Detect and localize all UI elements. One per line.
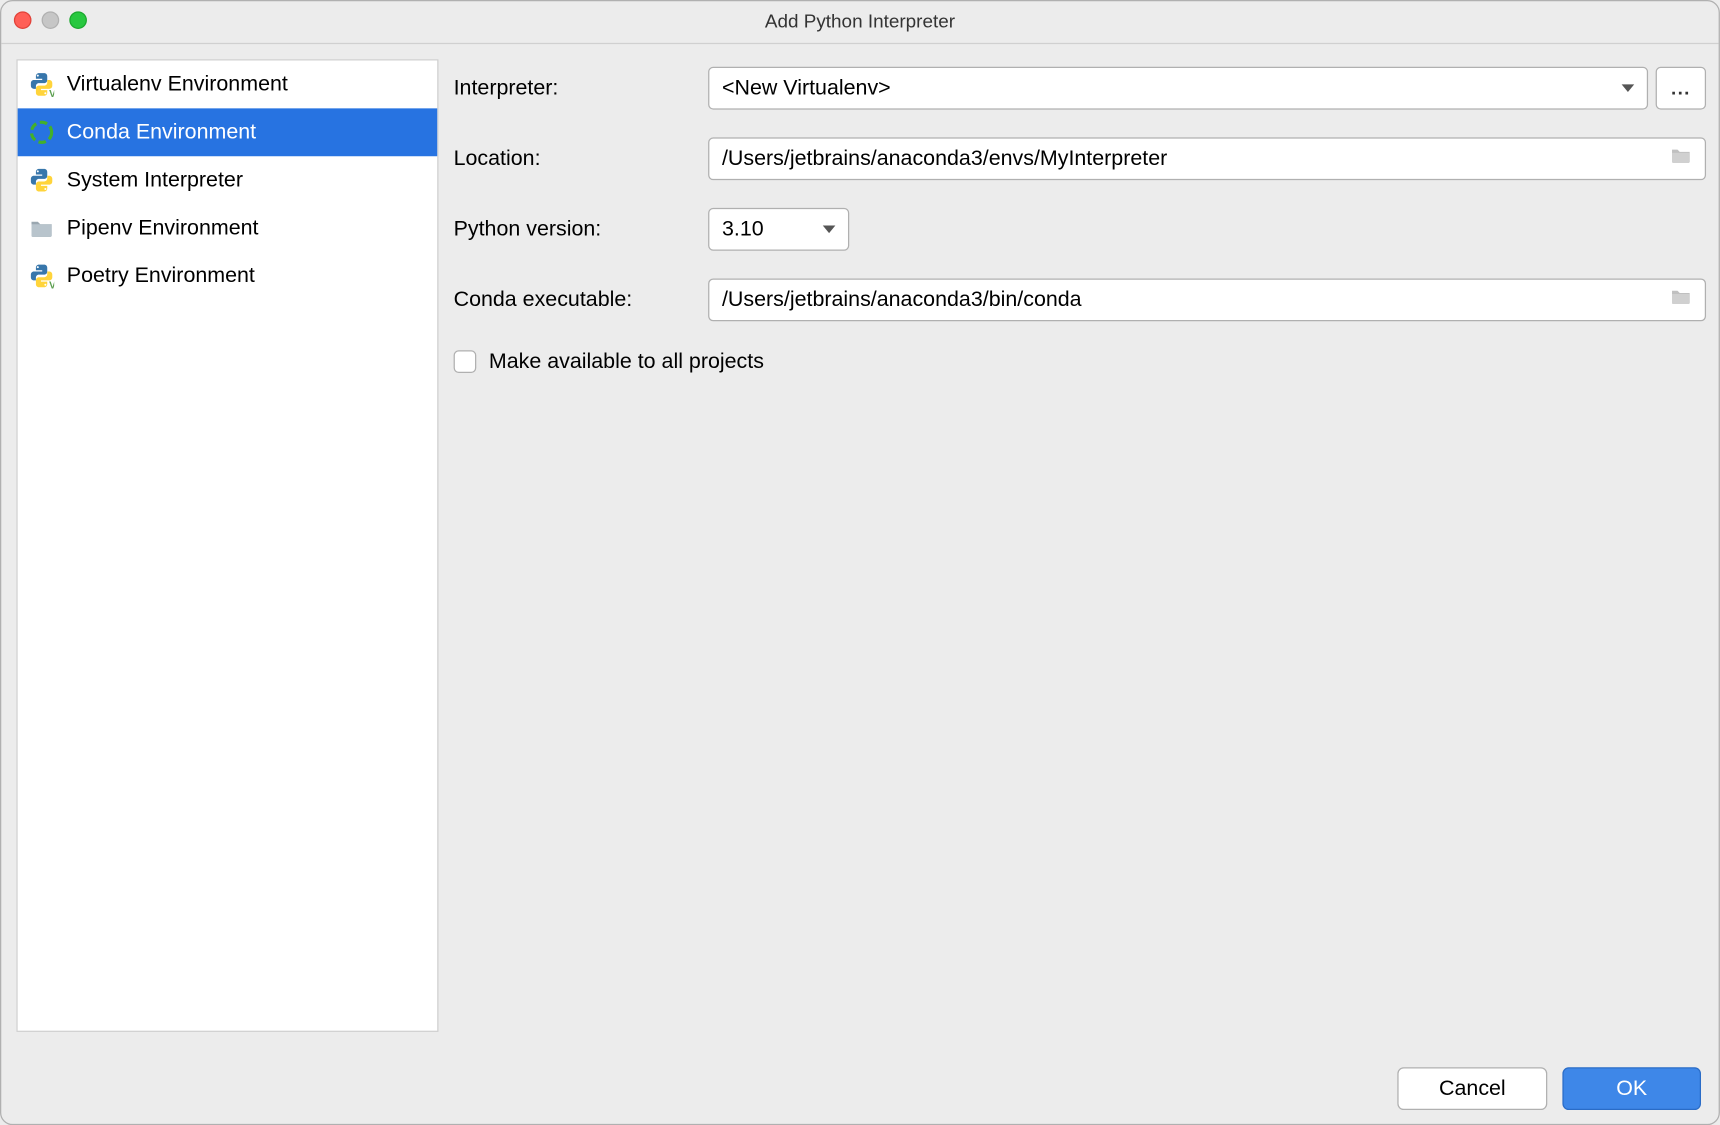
make-available-label: Make available to all projects — [489, 349, 764, 374]
location-label: Location: — [454, 146, 709, 171]
interpreter-more-button[interactable]: ... — [1656, 67, 1706, 110]
sidebar-item-label: Virtualenv Environment — [67, 72, 288, 97]
sidebar-item-label: Poetry Environment — [67, 263, 255, 288]
maximize-window-button[interactable] — [69, 11, 87, 29]
location-field-wrap — [708, 137, 1706, 180]
python-version-combo[interactable]: 3.10 — [708, 208, 849, 251]
titlebar: Add Python Interpreter — [1, 1, 1718, 44]
dialog-window: Add Python Interpreter V Virtualenv Envi… — [0, 0, 1720, 1125]
sidebar-item-conda[interactable]: Conda Environment — [18, 108, 438, 156]
interpreter-label: Interpreter: — [454, 76, 709, 101]
cancel-button-label: Cancel — [1439, 1076, 1506, 1101]
location-row: Location: — [454, 137, 1706, 180]
interpreter-value: <New Virtualenv> — [722, 76, 891, 101]
location-input[interactable] — [722, 146, 1670, 171]
sidebar-item-poetry[interactable]: V Poetry Environment — [18, 252, 438, 300]
conda-icon — [29, 120, 54, 145]
interpreter-type-sidebar: V Virtualenv Environment Conda Environme… — [16, 59, 438, 1032]
browse-folder-button[interactable] — [1670, 147, 1693, 171]
python-icon: V — [29, 263, 54, 288]
make-available-checkbox[interactable] — [454, 350, 477, 373]
dialog-footer: Cancel OK — [1, 1053, 1718, 1124]
sidebar-item-label: System Interpreter — [67, 168, 243, 193]
chevron-down-icon — [823, 226, 836, 234]
sidebar-item-pipenv[interactable]: Pipenv Environment — [18, 204, 438, 252]
ok-button[interactable]: OK — [1562, 1067, 1701, 1110]
minimize-window-button[interactable] — [42, 11, 60, 29]
window-title: Add Python Interpreter — [765, 11, 955, 32]
python-version-row: Python version: 3.10 — [454, 208, 1706, 251]
svg-text:V: V — [49, 281, 54, 289]
sidebar-item-virtualenv[interactable]: V Virtualenv Environment — [18, 60, 438, 108]
traffic-lights — [14, 11, 87, 29]
browse-folder-button[interactable] — [1670, 288, 1693, 312]
python-version-label: Python version: — [454, 217, 709, 242]
form-panel: Interpreter: <New Virtualenv> ... Locati… — [438, 44, 1718, 1053]
interpreter-combo[interactable]: <New Virtualenv> — [708, 67, 1648, 110]
folder-icon — [29, 215, 54, 240]
conda-exec-field-wrap — [708, 278, 1706, 321]
conda-exec-row: Conda executable: — [454, 278, 1706, 321]
python-icon: V — [29, 72, 54, 97]
svg-text:V: V — [49, 89, 54, 97]
sidebar-item-system[interactable]: System Interpreter — [18, 156, 438, 204]
sidebar-item-label: Pipenv Environment — [67, 215, 259, 240]
conda-exec-input[interactable] — [722, 287, 1670, 312]
ok-button-label: OK — [1616, 1076, 1647, 1101]
python-version-value: 3.10 — [722, 217, 764, 242]
chevron-down-icon — [1622, 84, 1635, 92]
sidebar-item-label: Conda Environment — [67, 120, 256, 145]
dialog-content: V Virtualenv Environment Conda Environme… — [1, 44, 1718, 1053]
interpreter-row: Interpreter: <New Virtualenv> ... — [454, 67, 1706, 110]
cancel-button[interactable]: Cancel — [1397, 1067, 1547, 1110]
make-available-row: Make available to all projects — [454, 349, 1706, 374]
conda-exec-label: Conda executable: — [454, 287, 709, 312]
close-window-button[interactable] — [14, 11, 32, 29]
python-icon — [29, 168, 54, 193]
ellipsis-icon: ... — [1671, 77, 1691, 98]
